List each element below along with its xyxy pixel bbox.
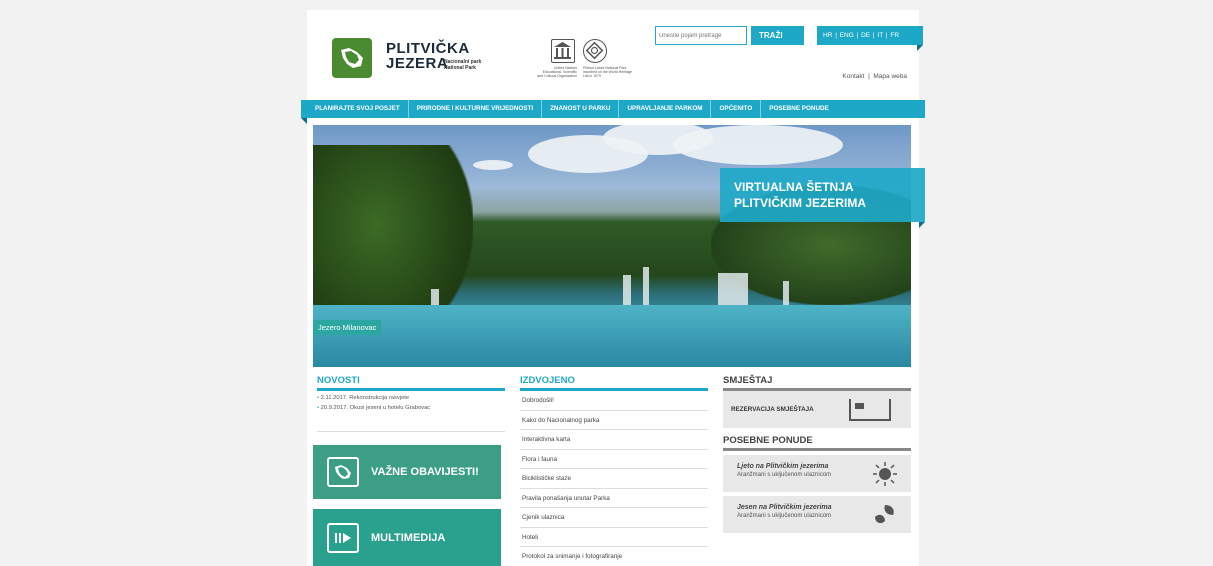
lake-water xyxy=(313,305,911,367)
featured-link-filming[interactable]: Protokol za snimanje i fotografiranje xyxy=(520,547,708,566)
play-icon xyxy=(327,522,359,553)
virtual-tour-banner[interactable]: VIRTUALNA ŠETNJA PLITVIČKIM JEZERIMA xyxy=(720,168,925,228)
featured-section: IZDVOJENO Dobrodošli! Kako do Nacionalno… xyxy=(520,374,708,566)
bed-icon xyxy=(849,399,891,421)
nav-special-offers[interactable]: POSEBNE PONUDE xyxy=(761,100,836,118)
nav-plan-visit[interactable]: PLANIRAJTE SVOJ POSJET xyxy=(301,100,409,118)
search-input[interactable] xyxy=(655,26,747,45)
news-title: NOVOSTI xyxy=(317,375,360,386)
cloud xyxy=(673,125,843,165)
sitemap-link[interactable]: Mapa weba xyxy=(873,73,907,80)
featured-link-rules[interactable]: Pravila ponašanja unutar Parka xyxy=(520,489,708,508)
bear-logo-icon xyxy=(332,38,372,78)
news-item[interactable]: • 2.11.2017. Rekonstrukcija rasvjete xyxy=(317,394,505,403)
waterfall xyxy=(783,281,789,307)
park-logo[interactable]: PLITVIČKA JEZERA Nacionalni park Nationa… xyxy=(332,38,482,82)
virtual-tour-line2: PLITVIČKIM JEZERIMA xyxy=(734,196,867,210)
virtual-tour-line1: VIRTUALNA ŠETNJA xyxy=(734,180,854,194)
divider xyxy=(317,431,505,432)
special-offers-rule xyxy=(723,448,911,451)
featured-link-prices[interactable]: Cjenik ulaznica xyxy=(520,508,708,528)
nav-general[interactable]: OPĆENITO xyxy=(711,100,762,118)
offer-autumn[interactable]: Jesen na Plitvičkim jezerima Aranžmani s… xyxy=(723,496,911,533)
featured-link-flora-fauna[interactable]: Flora i fauna xyxy=(520,450,708,469)
featured-link-directions[interactable]: Kako do Nacionalnog parka xyxy=(520,411,708,430)
news-item[interactable]: • 20.9.2017. Okusi jeseni u hotelu Grabo… xyxy=(317,404,505,413)
search-button[interactable]: TRAŽI xyxy=(751,26,804,45)
important-notices-tile[interactable]: VAŽNE OBAVIJESTI! xyxy=(313,445,501,499)
bear-icon xyxy=(327,457,359,487)
featured-link-bike-trails[interactable]: Biciklističke staze xyxy=(520,469,708,489)
nav-science[interactable]: ZNANOST U PARKU xyxy=(542,100,620,118)
heritage-caption: Plitvice Lakes National Park inscribed o… xyxy=(583,66,632,78)
multimedia-label: MULTIMEDIJA xyxy=(371,531,446,544)
offer-summer[interactable]: Ljeto na Plitvičkim jezerima Aranžmani s… xyxy=(723,455,911,492)
nav-natural-cultural[interactable]: PRIRODNE I KULTURNE VRIJEDNOSTI xyxy=(409,100,543,118)
news-section: NOVOSTI • 2.11.2017. Rekonstrukcija rasv… xyxy=(317,374,505,432)
unesco-temple-icon xyxy=(551,39,575,63)
contact-link[interactable]: Kontakt xyxy=(842,73,864,80)
important-notices-label: VAŽNE OBAVIJESTI! xyxy=(371,466,479,478)
hero-caption: Jezero Milanovac xyxy=(313,320,382,335)
cloud xyxy=(473,160,513,170)
world-heritage-icon xyxy=(583,39,607,63)
featured-link-welcome[interactable]: Dobrodošli! xyxy=(520,391,708,411)
waterfall xyxy=(718,273,748,307)
main-navigation: PLANIRAJTE SVOJ POSJET PRIRODNE I KULTUR… xyxy=(301,100,925,124)
featured-title: IZDVOJENO xyxy=(520,375,575,386)
nav-park-management[interactable]: UPRAVLJANJE PARKOM xyxy=(619,100,712,118)
waterfall xyxy=(623,275,631,307)
leaves-icon xyxy=(875,505,894,524)
unesco-caption: United Nations Educational, Scientific a… xyxy=(537,66,577,78)
logo-title: PLITVIČKA JEZERA xyxy=(386,40,470,72)
multimedia-tile[interactable]: MULTIMEDIJA xyxy=(313,509,501,566)
news-rule xyxy=(317,388,505,391)
accommodation-title: SMJEŠTAJ xyxy=(723,375,773,386)
news-item-text: 20.9.2017. Okusi jeseni u hotelu Grabova… xyxy=(320,405,431,411)
accommodation-booking-button[interactable]: REZERVACIJA SMJEŠTAJA xyxy=(723,391,911,428)
waterfall xyxy=(643,267,649,307)
unesco-emblem: United Nations Educational, Scientific a… xyxy=(537,39,647,83)
language-selector[interactable]: HR | ENG | DE | IT | FR xyxy=(817,26,923,51)
page-container: PLITVIČKA JEZERA Nacionalni park Nationa… xyxy=(301,10,925,566)
accommodation-section: SMJEŠTAJ REZERVACIJA SMJEŠTAJA POSEBNE P… xyxy=(723,374,911,533)
logo-subtitle: Nacionalni park National Park xyxy=(444,59,482,71)
sun-icon xyxy=(873,462,897,486)
featured-link-hotels[interactable]: Hoteli xyxy=(520,528,708,547)
top-links: Kontakt | Mapa weba xyxy=(819,73,907,80)
news-item-text: 2.11.2017. Rekonstrukcija rasvjete xyxy=(320,395,410,401)
special-offers-title: POSEBNE PONUDE xyxy=(723,435,813,446)
featured-link-map[interactable]: Interaktivna karta xyxy=(520,430,708,450)
hero-image[interactable] xyxy=(313,125,911,367)
booking-label: REZERVACIJA SMJEŠTAJA xyxy=(731,406,814,413)
